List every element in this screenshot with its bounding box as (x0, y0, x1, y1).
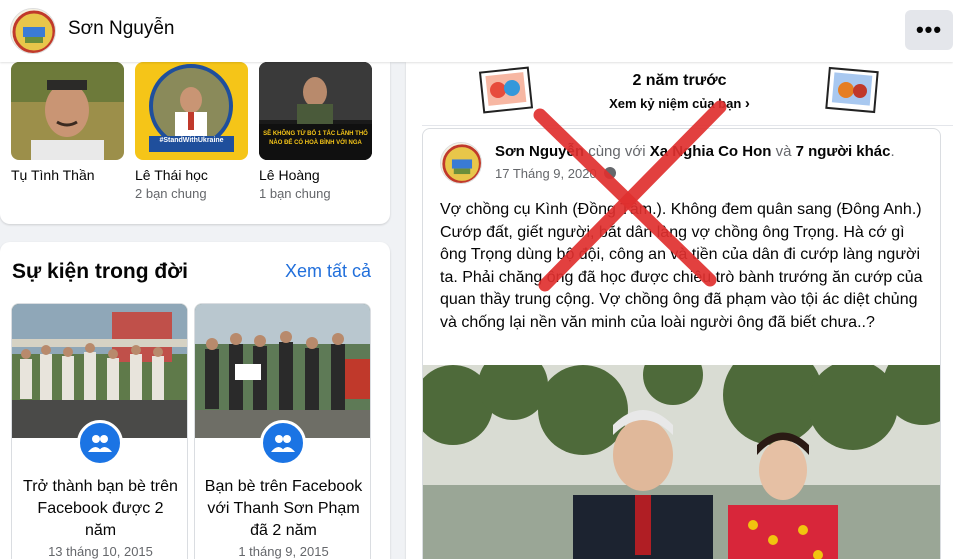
event-photo[interactable] (12, 304, 187, 438)
post-author-avatar[interactable] (440, 142, 482, 184)
profile-name[interactable]: Sơn Nguyễn (68, 18, 174, 40)
life-event-text: Bạn bè trên Facebook với Thanh Sơn Phạm … (204, 478, 363, 539)
friend-item[interactable]: #StandWithUkraine Lê Thái học 2 bạn chun… (135, 62, 248, 201)
life-event-text: Trở thành bạn bè trên Facebook được 2 nă… (23, 478, 178, 539)
life-event-date: 1 tháng 9, 2015 (238, 544, 329, 559)
post-date-text[interactable]: 17 Tháng 9, 2020 (495, 166, 597, 181)
friend-photo-caption: #StandWithUkraine (159, 137, 224, 144)
post-body-text: Vợ chồng cụ Kình (Đồng Tâm.). Không đem … (440, 201, 923, 331)
friend-item[interactable]: Tụ Tình Thần (11, 62, 124, 183)
see-all-link[interactable]: Xem tất cả (285, 261, 371, 282)
life-events-title: Sự kiện trong đời (12, 260, 188, 283)
memory-friends-illustration (825, 66, 879, 114)
friend-photo[interactable] (11, 62, 124, 160)
profile-header-bar: Sơn Nguyễn ••• (0, 0, 953, 62)
friend-name[interactable]: Lê Hoàng (259, 167, 372, 183)
post-with-text: cùng với (588, 143, 646, 160)
friend-photo[interactable]: SẼ KHÔNG TỪ BỎ 1 TẤC LÃNH THỔ NÀO ĐỂ CÓ … (259, 62, 372, 160)
post-photo[interactable] (423, 365, 940, 559)
view-memories-label[interactable]: Xem kỷ niệm của bạn (609, 96, 741, 111)
event-photo[interactable] (195, 304, 370, 438)
profile-avatar[interactable] (10, 8, 56, 54)
friend-item[interactable]: SẼ KHÔNG TỪ BỎ 1 TẤC LÃNH THỔ NÀO ĐỂ CÓ … (259, 62, 372, 201)
friend-photo[interactable]: #StandWithUkraine (135, 62, 248, 160)
friends-icon (260, 420, 306, 466)
memory-post: Sơn Nguyễn cùng với Xa Nghia Co Hon và 7… (422, 128, 941, 559)
life-events-card: Sự kiện trong đời Xem tất cả Trở thành b… (0, 242, 390, 559)
post-and-text: và (775, 143, 792, 160)
friend-name[interactable]: Lê Thái học (135, 167, 248, 183)
post-author-name[interactable]: Sơn Nguyễn (495, 143, 584, 160)
chevron-right-icon: › (744, 95, 750, 112)
tagged-friend[interactable]: Xa Nghia Co Hon (650, 143, 772, 160)
life-event-item[interactable]: Trở thành bạn bè trên Facebook được 2 nă… (11, 303, 188, 559)
friend-photo-caption: SẼ KHÔNG TỪ BỎ 1 TẤC LÃNH THỔ NÀO ĐỂ CÓ … (263, 131, 368, 146)
friends-card: Tụ Tình Thần #StandWithUkraine Lê Thái h… (0, 62, 390, 224)
life-event-item[interactable]: Bạn bè trên Facebook với Thanh Sơn Phạm … (194, 303, 371, 559)
post-header: Sơn Nguyễn cùng với Xa Nghia Co Hon và 7… (495, 143, 895, 160)
more-options-button[interactable]: ••• (905, 10, 953, 50)
friends-icon (77, 420, 123, 466)
tagged-others[interactable]: 7 người khác (796, 143, 891, 160)
post-date[interactable]: 17 Tháng 9, 2020 (495, 166, 617, 181)
globe-icon (604, 167, 617, 179)
life-event-date: 13 tháng 10, 2015 (48, 544, 153, 559)
friend-name[interactable]: Tụ Tình Thần (11, 167, 124, 183)
mutual-friends: 1 bạn chung (259, 186, 331, 201)
mutual-friends: 2 bạn chung (135, 186, 207, 201)
